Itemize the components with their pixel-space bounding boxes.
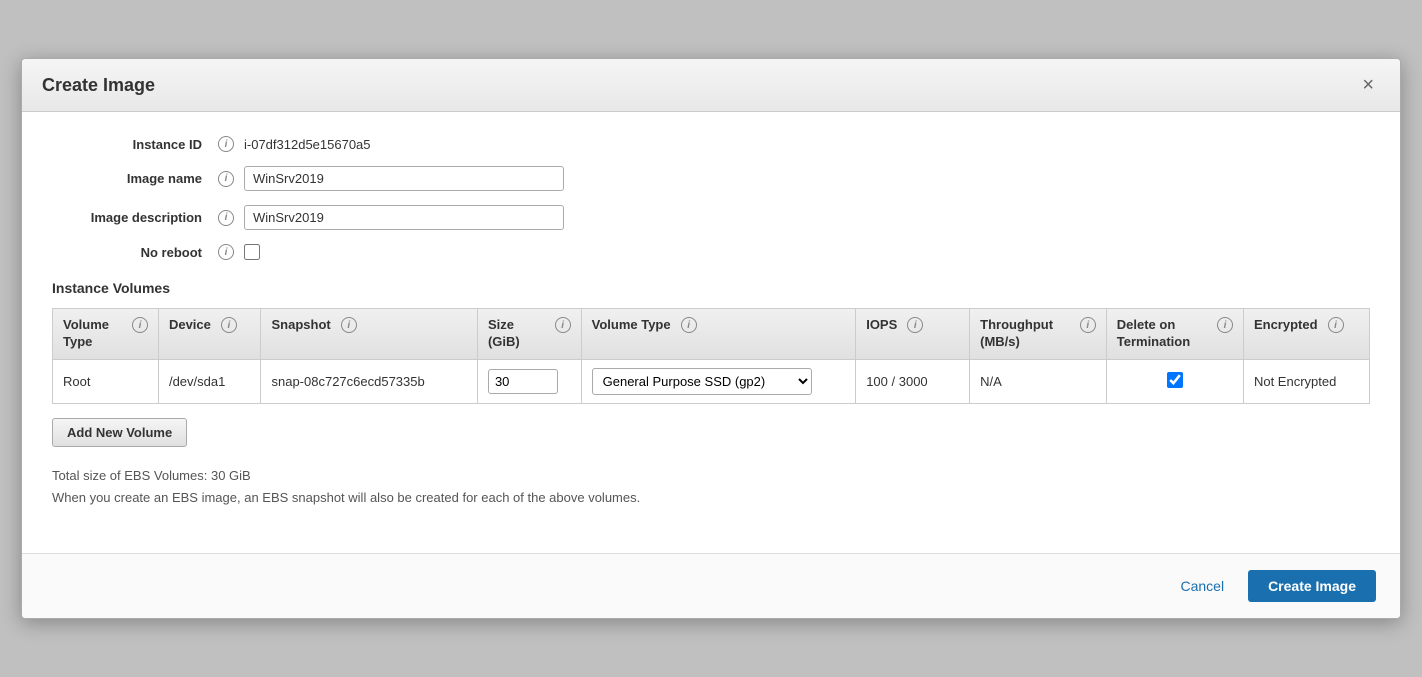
image-description-info-icon: i bbox=[218, 210, 234, 226]
instance-id-value: i-07df312d5e15670a5 bbox=[244, 137, 371, 152]
image-description-label: Image description bbox=[52, 210, 212, 225]
th-volume-type: Volume Type i bbox=[53, 309, 159, 360]
create-image-dialog: Create Image × Instance ID i i-07df312d5… bbox=[21, 58, 1401, 619]
instance-id-label: Instance ID bbox=[52, 137, 212, 152]
size-input[interactable] bbox=[488, 369, 558, 394]
delete-on-termination-checkbox[interactable] bbox=[1167, 372, 1183, 388]
dialog-title: Create Image bbox=[42, 75, 155, 96]
no-reboot-checkbox[interactable] bbox=[244, 244, 260, 260]
th-throughput-info-icon: i bbox=[1080, 317, 1096, 333]
no-reboot-label: No reboot bbox=[52, 245, 212, 260]
th-size: Size (GiB) i bbox=[477, 309, 581, 360]
th-volume-type-info-icon: i bbox=[132, 317, 148, 333]
th-encrypted-info-icon: i bbox=[1328, 317, 1344, 333]
th-encrypted: Encrypted i bbox=[1243, 309, 1369, 360]
dialog-footer: Cancel Create Image bbox=[22, 553, 1400, 618]
th-size-info-icon: i bbox=[555, 317, 571, 333]
td-delete-on-termination bbox=[1106, 359, 1243, 403]
td-iops: 100 / 3000 bbox=[856, 359, 970, 403]
th-volume-type2: Volume Type i bbox=[581, 309, 856, 360]
th-snapshot: Snapshot i bbox=[261, 309, 477, 360]
image-description-input[interactable] bbox=[244, 205, 564, 230]
image-name-input[interactable] bbox=[244, 166, 564, 191]
instance-id-info-icon: i bbox=[218, 136, 234, 152]
th-device-info-icon: i bbox=[221, 317, 237, 333]
th-iops: IOPS i bbox=[856, 309, 970, 360]
info-text-line1: Total size of EBS Volumes: 30 GiB bbox=[52, 465, 1370, 487]
dialog-body: Instance ID i i-07df312d5e15670a5 Image … bbox=[22, 112, 1400, 553]
th-device: Device i bbox=[158, 309, 261, 360]
td-volume-type-select: General Purpose SSD (gp2) General Purpos… bbox=[581, 359, 856, 403]
td-size bbox=[477, 359, 581, 403]
cancel-button[interactable]: Cancel bbox=[1170, 572, 1234, 600]
form-section: Instance ID i i-07df312d5e15670a5 Image … bbox=[52, 136, 1370, 260]
instance-id-row: Instance ID i i-07df312d5e15670a5 bbox=[52, 136, 1370, 152]
table-header-row: Volume Type i Device i S bbox=[53, 309, 1370, 360]
image-name-info-icon: i bbox=[218, 171, 234, 187]
dialog-header: Create Image × bbox=[22, 59, 1400, 112]
image-name-label: Image name bbox=[52, 171, 212, 186]
td-encrypted: Not Encrypted bbox=[1243, 359, 1369, 403]
th-snapshot-info-icon: i bbox=[341, 317, 357, 333]
volumes-table: Volume Type i Device i S bbox=[52, 308, 1370, 404]
info-text-line2: When you create an EBS image, an EBS sna… bbox=[52, 487, 1370, 509]
td-throughput: N/A bbox=[970, 359, 1107, 403]
th-delete-on-termination: Delete on Termination i bbox=[1106, 309, 1243, 360]
th-throughput: Throughput (MB/s) i bbox=[970, 309, 1107, 360]
th-volume-type2-info-icon: i bbox=[681, 317, 697, 333]
image-name-row: Image name i bbox=[52, 166, 1370, 191]
td-volume-type: Root bbox=[53, 359, 159, 403]
table-row: Root /dev/sda1 snap-08c727c6ecd57335b Ge… bbox=[53, 359, 1370, 403]
close-button[interactable]: × bbox=[1356, 73, 1380, 97]
instance-volumes-section: Instance Volumes Volume Type i Device bbox=[52, 280, 1370, 509]
td-snapshot: snap-08c727c6ecd57335b bbox=[261, 359, 477, 403]
no-reboot-row: No reboot i bbox=[52, 244, 1370, 260]
td-device: /dev/sda1 bbox=[158, 359, 261, 403]
no-reboot-info-icon: i bbox=[218, 244, 234, 260]
th-iops-info-icon: i bbox=[907, 317, 923, 333]
volume-type-select[interactable]: General Purpose SSD (gp2) General Purpos… bbox=[592, 368, 812, 395]
info-text-block: Total size of EBS Volumes: 30 GiB When y… bbox=[52, 465, 1370, 509]
th-delete-info-icon: i bbox=[1217, 317, 1233, 333]
create-image-button[interactable]: Create Image bbox=[1248, 570, 1376, 602]
instance-volumes-title: Instance Volumes bbox=[52, 280, 1370, 296]
image-description-row: Image description i bbox=[52, 205, 1370, 230]
add-new-volume-button[interactable]: Add New Volume bbox=[52, 418, 187, 447]
